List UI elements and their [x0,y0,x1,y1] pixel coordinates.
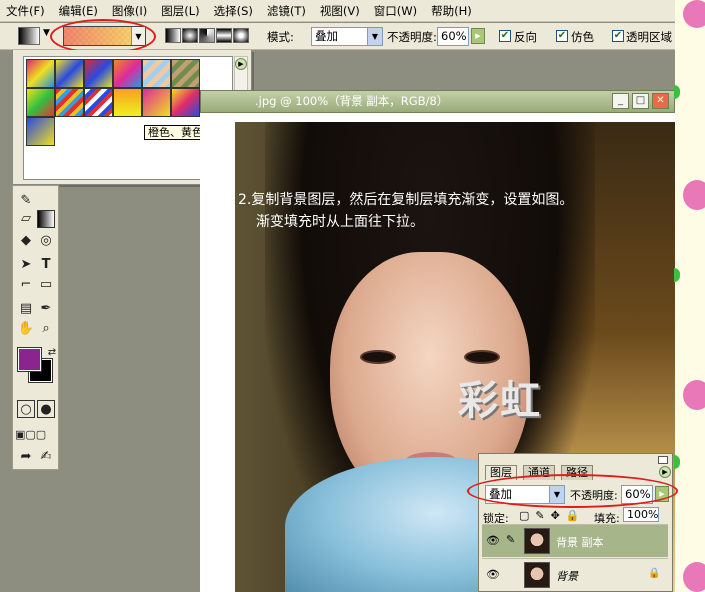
decor-dot [683,562,705,592]
layer-name: 背景 副本 [556,536,604,549]
shape-icon[interactable]: ▭ [37,276,55,294]
lock-icon: 🔒 [648,568,661,579]
screen-mode-icon[interactable]: ▣▢▢ [15,426,46,444]
transparency-checkbox[interactable]: ✔ [612,30,624,42]
quick-mask-icon[interactable]: ● [37,400,55,418]
eyedropper-icon[interactable]: ✒ [37,300,55,318]
menu-filter[interactable]: 滤镜(T) [267,3,306,19]
foreground-color-swatch[interactable] [17,347,42,372]
chevron-down-icon[interactable]: ▼ [367,28,382,45]
close-icon[interactable]: ✕ [652,93,669,109]
transparency-label: 透明区域 [626,30,672,44]
instruction-line-1: 2.复制背景图层，然后在复制层填充渐变，设置如图。 [238,192,574,208]
jump-to-imageready-icon[interactable]: ➦ [17,448,35,466]
menu-window[interactable]: 窗口(W) [374,3,417,19]
menu-layer[interactable]: 图层(L) [161,3,199,19]
gradient-swatch-orange-yellow[interactable] [113,88,142,117]
lock-icons[interactable]: ▢✎✥🔒 [519,509,586,522]
gradient-swatch[interactable] [142,59,171,88]
gradient-swatch[interactable] [171,88,200,117]
layer-name: 背景 [556,570,578,583]
opacity-slider-icon[interactable]: ▶ [471,28,485,44]
panel-menu-icon[interactable]: ▶ [659,466,671,478]
gradient-swatch[interactable] [142,88,171,117]
menu-edit[interactable]: 编辑(E) [59,3,98,19]
panel-minimize-icon[interactable] [658,456,668,464]
diamond-gradient-icon[interactable] [233,28,249,43]
menu-select[interactable]: 选择(S) [214,3,253,19]
layer-row-background-copy[interactable]: 👁 ✎ 背景 副本 [482,524,668,557]
instruction-line-2: 渐变填充时从上面往下拉。 [256,214,424,230]
watermark: 彩虹 [458,378,542,424]
layer-row-background[interactable]: 👁 背景 🔒 [482,558,668,591]
gradient-swatch[interactable] [55,88,84,117]
gradient-tooltip: 橙色、黄色 [144,125,207,140]
gradient-swatch[interactable] [26,59,55,88]
gradient-swatch[interactable] [55,59,84,88]
highlight-ellipse [467,474,678,508]
chevron-down-icon[interactable]: ▼ [43,28,50,38]
reverse-checkbox[interactable]: ✔ [499,30,511,42]
menu-image[interactable]: 图像(I) [112,3,147,19]
dither-checkbox[interactable]: ✔ [556,30,568,42]
opacity-label: 不透明度: [387,30,437,44]
reflected-gradient-icon[interactable] [216,28,232,43]
blur-icon[interactable]: ◆ [17,232,35,250]
photo-eye [360,350,396,364]
decor-dot [683,0,705,28]
gradient-swatch[interactable] [84,88,113,117]
radial-gradient-icon[interactable] [182,28,198,43]
gradient-swatch[interactable] [26,117,55,146]
pen-icon[interactable]: ⌐ [17,276,35,294]
gradient-swatch[interactable] [26,88,55,117]
mode-value: 叠加 [315,29,338,43]
gradient-tool-icon[interactable] [37,210,55,228]
toolbox: ✎ ▱ ◆ ◎ ➤ T ⌐ ▭ ▤ ✒ ✋ ⌕ ⇄ ○ ● ▣▢▢ ➦ ✍ [12,185,59,470]
visibility-eye-icon[interactable]: 👁 [486,568,500,581]
gradient-swatch[interactable] [84,59,113,88]
minimize-icon[interactable]: _ [612,93,629,109]
picker-menu-icon[interactable]: ▶ [235,58,247,70]
mode-label: 模式: [267,30,294,44]
eraser-icon[interactable]: ▱ [17,210,35,228]
dither-label: 仿色 [571,30,594,44]
notes-icon[interactable]: ▤ [17,300,35,318]
gradient-swatch[interactable] [171,59,200,88]
menu-file[interactable]: 文件(F) [6,3,45,19]
photo-eye [464,350,500,364]
document-title: .jpg @ 100%（背景 副本，RGB/8） [200,90,675,113]
menu-help[interactable]: 帮助(H) [431,3,472,19]
gradient-swatch[interactable] [113,59,142,88]
fill-input[interactable]: 100% [623,507,659,522]
opacity-input[interactable]: 60% [437,27,469,46]
linear-gradient-icon[interactable] [165,28,181,43]
decor-dot [683,180,705,210]
layer-thumbnail [524,562,550,588]
menu-view[interactable]: 视图(V) [320,3,360,19]
dodge-icon[interactable]: ◎ [37,232,55,250]
standard-mode-icon[interactable]: ○ [17,400,35,418]
history-brush-icon[interactable]: ✎ [17,192,35,210]
zoom-icon[interactable]: ⌕ [37,320,55,338]
type-tool-icon[interactable]: T [37,256,55,274]
decor-dot [683,380,705,410]
instruction-text: 2.复制背景图层，然后在复制层填充渐变，设置如图。 渐变填充时从上面往下拉。 [238,189,573,233]
gradient-dropdown-icon[interactable]: ▼ [131,27,145,45]
brush-icon: ✎ [506,533,516,546]
layer-thumbnail [524,528,550,554]
mode-select[interactable]: 叠加 ▼ [311,27,383,46]
visibility-eye-icon[interactable]: 👁 [486,534,500,547]
angle-gradient-icon[interactable] [199,28,215,43]
reverse-label: 反向 [514,30,537,44]
edit-icon[interactable]: ✍ [37,448,55,466]
hand-icon[interactable]: ✋ [17,320,35,338]
tool-preset-icon[interactable] [18,27,40,45]
swap-colors-icon[interactable]: ⇄ [43,344,61,362]
maximize-icon[interactable]: □ [632,93,649,109]
path-selection-icon[interactable]: ➤ [17,256,35,274]
